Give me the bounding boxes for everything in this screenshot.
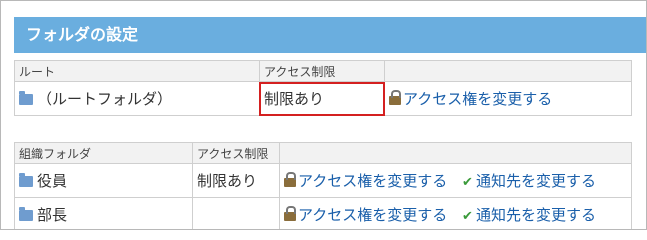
- folder-icon: [19, 207, 33, 221]
- column-header-actions: [279, 142, 632, 164]
- lock-icon: [284, 206, 296, 221]
- table-header-row: 組織フォルダ アクセス制限: [14, 142, 632, 164]
- restriction-cell: [192, 197, 280, 229]
- folder-icon: [19, 91, 33, 105]
- check-icon: ✔: [462, 175, 473, 190]
- restriction-cell: 制限あり: [192, 163, 280, 198]
- column-header-access-restriction: アクセス制限: [192, 142, 280, 164]
- column-header-actions: [384, 60, 632, 82]
- folder-name: 部長: [37, 206, 68, 224]
- lock-icon: [389, 90, 401, 105]
- folder-name-cell: （ルートフォルダ）: [14, 81, 260, 116]
- column-header-root: ルート: [14, 60, 260, 82]
- restriction-value: 制限あり: [264, 90, 325, 108]
- folder-name: 役員: [37, 172, 68, 190]
- folder-icon: [19, 173, 33, 187]
- actions-cell: アクセス権を変更する ✔ 通知先を変更する: [279, 163, 632, 198]
- restriction-cell: 制限あり: [259, 81, 385, 116]
- folder-settings-panel: フォルダの設定 ルート アクセス制限 （ルートフォルダ） 制限あり アクセス権を…: [0, 0, 647, 230]
- table-row: 部長 アクセス権を変更する ✔ 通知先を変更する: [14, 197, 632, 229]
- actions-cell: アクセス権を変更する: [384, 81, 632, 116]
- table-header-row: ルート アクセス制限: [14, 60, 632, 82]
- lock-icon: [284, 172, 296, 187]
- change-notify-link[interactable]: 通知先を変更する: [476, 172, 596, 190]
- change-access-link[interactable]: アクセス権を変更する: [298, 206, 447, 224]
- change-notify-link[interactable]: 通知先を変更する: [476, 206, 596, 224]
- column-header-access-restriction: アクセス制限: [259, 60, 385, 82]
- table-row: （ルートフォルダ） 制限あり アクセス権を変更する: [14, 81, 632, 116]
- change-access-link[interactable]: アクセス権を変更する: [298, 172, 447, 190]
- folder-name-cell: 役員: [14, 163, 193, 198]
- folder-name: （ルートフォルダ）: [37, 90, 173, 108]
- check-icon: ✔: [462, 209, 473, 224]
- restriction-value: 制限あり: [197, 172, 258, 190]
- table-row: 役員 制限あり アクセス権を変更する ✔ 通知先を変更する: [14, 163, 632, 198]
- root-folder-table: ルート アクセス制限 （ルートフォルダ） 制限あり アクセス権を変更する: [14, 60, 632, 116]
- actions-cell: アクセス権を変更する ✔ 通知先を変更する: [279, 197, 632, 229]
- org-folder-table: 組織フォルダ アクセス制限 役員 制限あり アクセス権を変更する ✔ 通知先を変更…: [14, 142, 632, 229]
- column-header-org-folder: 組織フォルダ: [14, 142, 193, 164]
- folder-name-cell: 部長: [14, 197, 193, 229]
- section-title: フォルダの設定: [14, 17, 646, 53]
- change-access-link[interactable]: アクセス権を変更する: [403, 90, 552, 108]
